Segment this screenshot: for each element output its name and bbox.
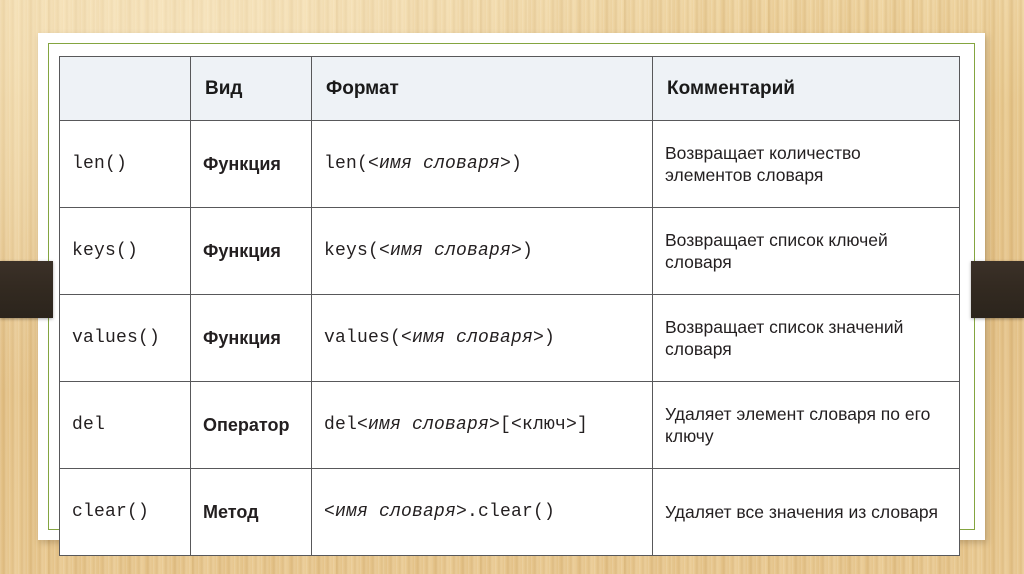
cell-name: del bbox=[59, 381, 191, 469]
format-placeholder: <имя словаря> bbox=[401, 328, 545, 348]
format-placeholder: <имя словаря> bbox=[357, 415, 501, 435]
format-prefix: len( bbox=[324, 154, 369, 174]
column-header-empty bbox=[59, 56, 191, 121]
format-suffix: ) bbox=[522, 241, 534, 261]
cell-kind: Функция bbox=[190, 120, 312, 208]
cell-comment: Возвращает список значений словаря bbox=[652, 294, 960, 382]
cell-kind: Оператор bbox=[190, 381, 312, 469]
format-placeholder: <имя словаря> bbox=[324, 502, 468, 522]
cell-name: values() bbox=[59, 294, 191, 382]
cell-format: values(<имя словаря>) bbox=[311, 294, 653, 382]
table-row: values() Функция values(<имя словаря>) В… bbox=[59, 294, 960, 382]
format-suffix: ) bbox=[544, 328, 556, 348]
format-prefix: keys( bbox=[324, 241, 380, 261]
cell-format: len(<имя словаря>) bbox=[311, 120, 653, 208]
header-row: Вид Формат Комментарий bbox=[59, 56, 960, 121]
cell-name: keys() bbox=[59, 207, 191, 295]
cell-format: keys(<имя словаря>) bbox=[311, 207, 653, 295]
table-row: len() Функция len(<имя словаря>) Возвращ… bbox=[59, 120, 960, 208]
cell-format: del<имя словаря>[<ключ>] bbox=[311, 381, 653, 469]
column-header-kind: Вид bbox=[190, 56, 312, 121]
cell-comment: Удаляет элемент словаря по его ключу bbox=[652, 381, 960, 469]
format-suffix: .clear() bbox=[467, 502, 556, 522]
table-header: Вид Формат Комментарий bbox=[59, 56, 960, 121]
cell-comment: Возвращает список ключей словаря bbox=[652, 207, 960, 295]
cell-kind: Метод bbox=[190, 468, 312, 556]
table-row: clear() Метод <имя словаря>.clear() Удал… bbox=[59, 468, 960, 556]
slide-canvas: Вид Формат Комментарий len() Функция len… bbox=[0, 0, 1024, 574]
content-card: Вид Формат Комментарий len() Функция len… bbox=[38, 33, 985, 556]
cell-comment: Возвращает количество элементов словаря bbox=[652, 120, 960, 208]
format-suffix: ) bbox=[511, 154, 523, 174]
cell-name: len() bbox=[59, 120, 191, 208]
cell-format: <имя словаря>.clear() bbox=[311, 468, 653, 556]
column-header-format: Формат bbox=[311, 56, 653, 121]
decorative-strap-right bbox=[971, 261, 1024, 318]
format-prefix: values( bbox=[324, 328, 402, 348]
format-placeholder: <имя словаря> bbox=[368, 154, 512, 174]
cell-kind: Функция bbox=[190, 294, 312, 382]
table-row: del Оператор del<имя словаря>[<ключ>] Уд… bbox=[59, 381, 960, 469]
format-prefix: del bbox=[324, 415, 358, 435]
decorative-strap-left bbox=[0, 261, 53, 318]
format-suffix: [<ключ>] bbox=[500, 415, 589, 435]
cell-kind: Функция bbox=[190, 207, 312, 295]
cell-comment: Удаляет все значения из словаря bbox=[652, 468, 960, 556]
cell-name: clear() bbox=[59, 468, 191, 556]
table-container: Вид Формат Комментарий len() Функция len… bbox=[59, 56, 960, 556]
table-body: len() Функция len(<имя словаря>) Возвращ… bbox=[59, 120, 960, 556]
column-header-comment: Комментарий bbox=[652, 56, 960, 121]
format-placeholder: <имя словаря> bbox=[379, 241, 523, 261]
dictionary-operations-table: Вид Формат Комментарий len() Функция len… bbox=[59, 56, 960, 556]
table-row: keys() Функция keys(<имя словаря>) Возвр… bbox=[59, 207, 960, 295]
